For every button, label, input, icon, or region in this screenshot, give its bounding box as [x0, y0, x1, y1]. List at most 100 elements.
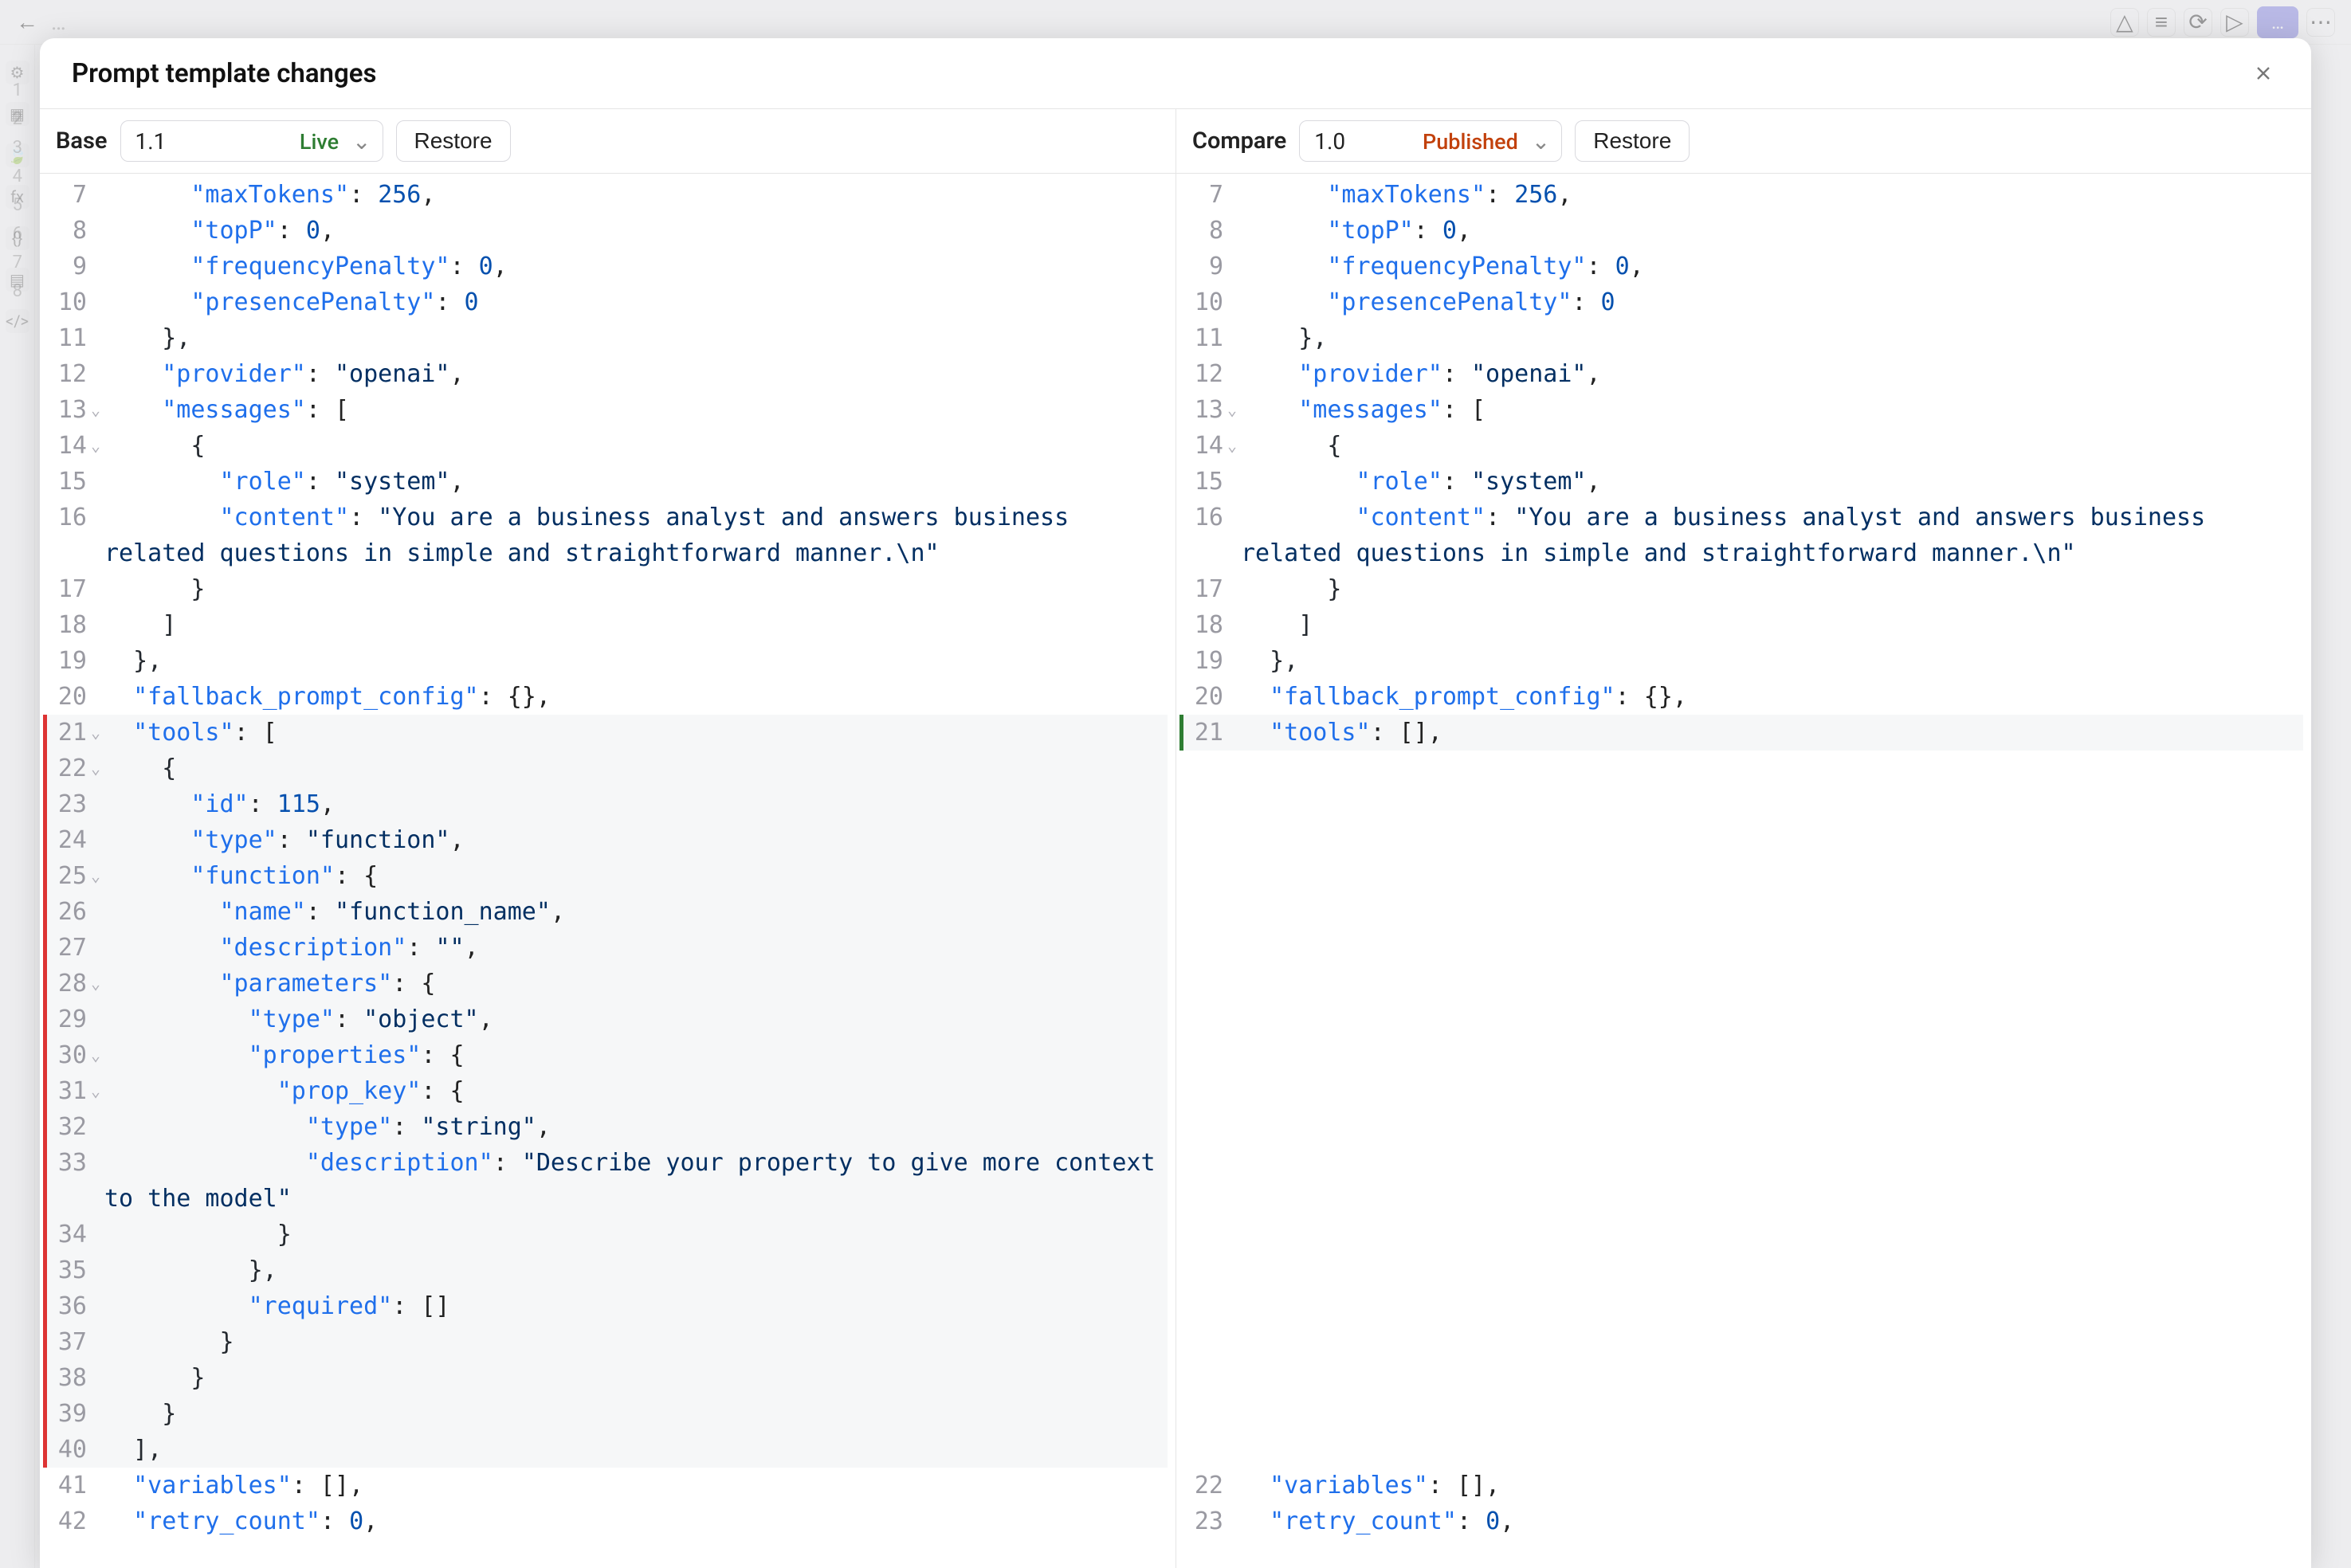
- code-row: 14⌄ {: [43, 428, 1168, 464]
- fold-icon: [88, 249, 103, 284]
- fold-icon[interactable]: ⌄: [88, 715, 103, 751]
- fold-icon: [88, 1360, 103, 1396]
- fold-icon: [88, 643, 103, 679]
- line-number: 19: [1183, 643, 1225, 679]
- code-row: 21 "tools": [],: [1179, 715, 2303, 751]
- line-number: 13: [47, 392, 88, 428]
- code-row: 22⌄ {: [43, 751, 1168, 786]
- blank-row: [1179, 930, 2303, 966]
- blank-row: [1179, 1002, 2303, 1037]
- fold-icon[interactable]: ⌄: [1225, 428, 1239, 464]
- code-content: },: [103, 1252, 1168, 1288]
- code-content: ]: [1239, 607, 2303, 643]
- compare-restore-button[interactable]: Restore: [1575, 120, 1690, 162]
- fold-icon[interactable]: ⌄: [88, 1037, 103, 1073]
- sidebar-icon-7[interactable]: </>: [6, 309, 29, 333]
- toolbar-icon-1[interactable]: △: [2110, 8, 2139, 37]
- line-number: 7: [47, 177, 88, 213]
- compare-label: Compare: [1192, 127, 1286, 155]
- line-number: 8: [47, 213, 88, 249]
- line-number: 29: [47, 1002, 88, 1037]
- code-content: "presencePenalty": 0: [103, 284, 1168, 320]
- overflow-icon[interactable]: ⋯: [2306, 8, 2335, 37]
- code-content: "type": "string",: [103, 1109, 1168, 1145]
- code-row: 13⌄ "messages": [: [43, 392, 1168, 428]
- fold-icon: [1225, 356, 1239, 392]
- compare-version-select[interactable]: 1.0 Published ⌄: [1299, 120, 1562, 162]
- code-row: 10 "presencePenalty": 0: [1179, 284, 2303, 320]
- base-restore-button[interactable]: Restore: [396, 120, 511, 162]
- fold-icon[interactable]: ⌄: [88, 858, 103, 894]
- line-number: 28: [47, 966, 88, 1002]
- modal-title: Prompt template changes: [72, 58, 376, 89]
- code-row: 39 }: [43, 1396, 1168, 1432]
- code-row: 37 }: [43, 1324, 1168, 1360]
- code-row: 18 ]: [43, 607, 1168, 643]
- primary-action-button[interactable]: …: [2257, 6, 2298, 38]
- code-row: 42 "retry_count": 0,: [43, 1503, 1168, 1539]
- fold-icon: [88, 822, 103, 858]
- line-number: 9: [1183, 249, 1225, 284]
- fold-icon: [1225, 715, 1239, 751]
- code-content: {: [103, 428, 1168, 464]
- fold-icon: [88, 1396, 103, 1432]
- fold-icon[interactable]: ⌄: [88, 392, 103, 428]
- line-number: 32: [47, 1109, 88, 1145]
- line-number: 30: [47, 1037, 88, 1073]
- line-number: 13: [1183, 392, 1225, 428]
- line-number: 22: [47, 751, 88, 786]
- line-number: 17: [47, 571, 88, 607]
- compare-pane[interactable]: 7 "maxTokens": 256,8 "topP": 0,9 "freque…: [1176, 174, 2311, 1568]
- code-content: }: [103, 571, 1168, 607]
- code-row: 13⌄ "messages": [: [1179, 392, 2303, 428]
- code-content: "id": 115,: [103, 786, 1168, 822]
- code-row: 9 "frequencyPenalty": 0,: [1179, 249, 2303, 284]
- code-row: 41 "variables": [],: [43, 1468, 1168, 1503]
- fold-icon: [88, 1109, 103, 1145]
- code-content: }: [103, 1396, 1168, 1432]
- fold-icon[interactable]: ⌄: [1225, 392, 1239, 428]
- toolbar-icon-3[interactable]: ⟳: [2184, 8, 2212, 37]
- code-content: "maxTokens": 256,: [1239, 177, 2303, 213]
- fold-icon: [88, 679, 103, 715]
- blank-row: [1179, 894, 2303, 930]
- code-row: 28⌄ "parameters": {: [43, 966, 1168, 1002]
- line-number: 38: [47, 1360, 88, 1396]
- fold-icon[interactable]: ⌄: [88, 966, 103, 1002]
- line-number: 41: [47, 1468, 88, 1503]
- back-icon[interactable]: ←: [16, 9, 38, 35]
- fold-icon[interactable]: ⌄: [88, 428, 103, 464]
- line-number: 23: [1183, 1503, 1225, 1539]
- code-row: 17 }: [1179, 571, 2303, 607]
- line-number: 12: [1183, 356, 1225, 392]
- fold-icon: [1225, 571, 1239, 607]
- line-number: 42: [47, 1503, 88, 1539]
- code-content: "tools": [: [103, 715, 1168, 751]
- code-row: 40 ],: [43, 1432, 1168, 1468]
- base-pane[interactable]: 7 "maxTokens": 256,8 "topP": 0,9 "freque…: [40, 174, 1176, 1568]
- fold-icon: [1225, 464, 1239, 500]
- fold-icon: [88, 1145, 103, 1217]
- code-row: 7 "maxTokens": 256,: [1179, 177, 2303, 213]
- toolbar-icon-2[interactable]: ≡: [2147, 8, 2176, 37]
- close-button[interactable]: [2247, 57, 2279, 89]
- fold-icon: [88, 1432, 103, 1468]
- fold-icon[interactable]: ⌄: [88, 751, 103, 786]
- code-content: ],: [103, 1432, 1168, 1468]
- fold-icon[interactable]: ⌄: [88, 1073, 103, 1109]
- code-content: }: [103, 1217, 1168, 1252]
- toolbar-icon-4[interactable]: ▷: [2220, 8, 2249, 37]
- line-number: 15: [1183, 464, 1225, 500]
- code-content: "presencePenalty": 0: [1239, 284, 2303, 320]
- blank-row: [1179, 858, 2303, 894]
- code-content: "parameters": {: [103, 966, 1168, 1002]
- blank-row: [1179, 1073, 2303, 1109]
- base-version-select[interactable]: 1.1 Live ⌄: [120, 120, 383, 162]
- fold-icon: [88, 786, 103, 822]
- blank-row: [1179, 1288, 2303, 1324]
- code-content: "provider": "openai",: [103, 356, 1168, 392]
- code-row: 15 "role": "system",: [43, 464, 1168, 500]
- fold-icon: [1225, 679, 1239, 715]
- blank-row: [1179, 1145, 2303, 1181]
- fold-icon: [88, 464, 103, 500]
